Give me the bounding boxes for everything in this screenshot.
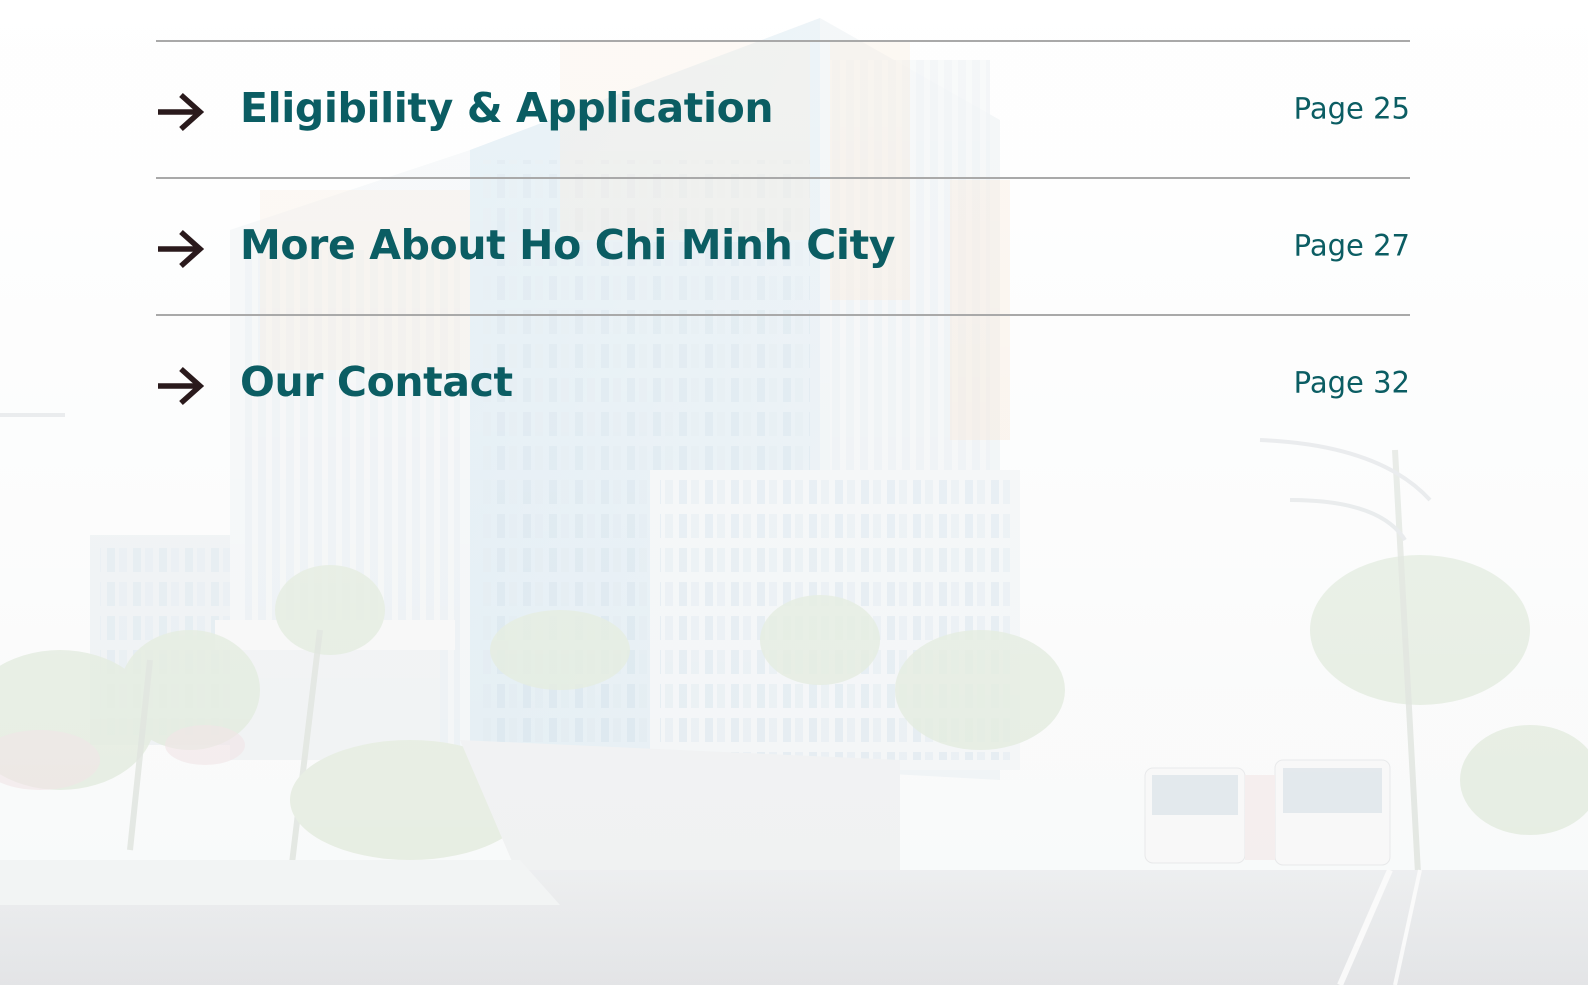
toc-entry-page: Page 32 [1293, 365, 1410, 400]
arrow-right-icon [156, 92, 204, 132]
toc-entry-our-contact[interactable]: Our Contact Page 32 [156, 316, 1410, 451]
toc-entry-title[interactable]: More About Ho Chi Minh City [240, 221, 896, 269]
toc-entry-ho-chi-minh-city[interactable]: More About Ho Chi Minh City Page 27 [156, 179, 1410, 314]
toc-entry-title[interactable]: Eligibility & Application [240, 84, 774, 132]
toc-entry-page: Page 27 [1293, 228, 1410, 263]
arrow-right-icon [156, 229, 204, 269]
arrow-right-icon [156, 366, 204, 406]
toc-entry-title[interactable]: Our Contact [240, 358, 513, 406]
toc-entry-page: Page 25 [1293, 91, 1410, 126]
table-of-contents: Eligibility & Application Page 25 More A… [156, 40, 1410, 451]
toc-entry-eligibility[interactable]: Eligibility & Application Page 25 [156, 42, 1410, 177]
